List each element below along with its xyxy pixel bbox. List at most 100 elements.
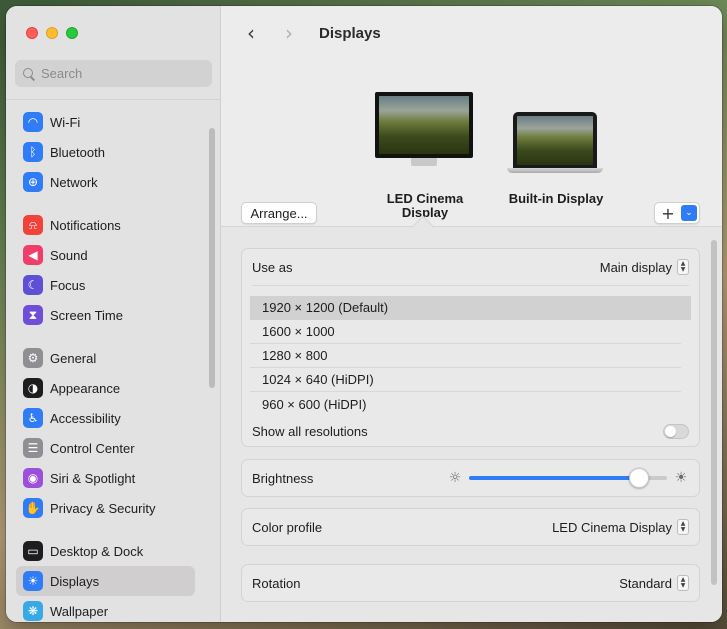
toolbar: ‹ › Displays [241,21,381,45]
sidebar-item-label: Network [50,174,98,190]
brightness-row: Brightness ☼ ☀ [242,460,699,496]
minimize-button[interactable] [46,27,58,39]
accessibility-icon: ♿ [23,408,43,428]
sidebar-item-label: Siri & Spotlight [50,470,136,486]
color-profile-row: Color profile LED Cinema Display ▲ ▼ [242,509,699,545]
sidebar-item-siri-spotlight[interactable]: ◉ Siri & Spotlight [16,463,195,493]
sidebar-item-displays[interactable]: ☀ Displays [16,566,195,596]
color-profile-label: Color profile [252,519,323,535]
main-pane: ‹ › Displays LED Cinema Display Built-in… [221,6,722,622]
popup-stepper-icon: ▲ ▼ [677,519,689,535]
bell-icon: ⍾ [23,215,43,235]
sidebar-item-wi-fi[interactable]: ◠ Wi-Fi [16,107,195,137]
sidebar-item-screen-time[interactable]: ⧗ Screen Time [16,300,195,330]
system-settings-window: Search ◠ Wi-Fi ᛒ Bluetooth ⊕ Network ⍾ Notifica… [6,6,722,622]
sidebar-item-appearance[interactable]: ◑ Appearance [16,373,195,403]
sidebar-item-wallpaper[interactable]: ❋ Wallpaper [16,596,195,622]
search-icon [23,67,35,80]
sidebar-item-label: Appearance [50,380,121,396]
slider-fill [469,476,640,480]
resolution-option[interactable]: 1600 × 1000 [250,320,681,344]
brightness-control: ☼ ☀ [447,468,689,488]
rotation-popup[interactable]: Standard ▲ ▼ [619,575,689,591]
sidebar-item-label: Notifications [50,217,121,233]
sidebar-item-notifications[interactable]: ⍾ Notifications [16,210,195,240]
sun-icon: ☀ [23,571,43,591]
search-input[interactable]: Search [15,60,212,87]
external-display-label[interactable]: LED Cinema Display [379,192,471,220]
speaker-icon: ◀ [23,245,43,265]
sidebar-item-network[interactable]: ⊕ Network [16,167,195,197]
show-all-label: Show all resolutions [252,423,368,439]
builtin-display-label[interactable]: Built-in Display [501,192,611,206]
add-display-popup[interactable]: + ⌄ [654,202,700,224]
sidebar-item-focus[interactable]: ☾ Focus [16,270,195,300]
sidebar-item-label: General [50,350,97,366]
slider-thumb[interactable] [629,468,650,488]
sidebar-item-sound[interactable]: ◀ Sound [16,240,195,270]
sidebar-item-label: Wi-Fi [50,114,81,130]
sidebar-item-control-center[interactable]: ☰ Control Center [16,433,195,463]
resolution-option[interactable]: 1024 × 640 (HiDPI) [250,368,681,392]
sidebar-item-privacy-security[interactable]: ✋ Privacy & Security [16,493,195,523]
back-button[interactable]: ‹ [241,21,261,45]
brightness-label: Brightness [252,470,314,486]
use-as-popup[interactable]: Main display ▲ ▼ [600,259,689,275]
resolution-list: 1920 × 1200 (Default) 1600 × 1000 1280 × 8… [242,286,699,416]
sidebar-item-label: Screen Time [50,307,123,323]
builtin-display-thumbnail[interactable] [507,112,603,173]
external-display-thumbnail[interactable] [375,92,473,166]
close-button[interactable] [26,27,38,39]
sidebar-item-label: Control Center [50,440,135,456]
sun-max-icon: ☀ [674,470,688,486]
hourglass-icon: ⧗ [23,305,43,325]
sidebar-item-label: Accessibility [50,410,121,426]
sidebar-item-general[interactable]: ⚙ General [16,343,195,373]
display-arrangement: LED Cinema Display Built-in Display Arra… [221,76,722,226]
rotation-card: Rotation Standard ▲ ▼ [241,564,700,602]
forward-button[interactable]: › [279,21,299,45]
sidebar-item-label: Wallpaper [50,603,109,619]
gear-icon: ⚙ [23,348,43,368]
maximize-button[interactable] [66,27,78,39]
use-as-label: Use as [252,259,293,275]
search-placeholder: Search [41,66,83,81]
hand-icon: ✋ [23,498,43,518]
show-all-row: Show all resolutions [242,416,699,446]
popup-stepper-icon: ▲ ▼ [677,259,689,275]
sidebar-item-desktop-dock[interactable]: ▭ Desktop & Dock [16,536,195,566]
window-controls [26,27,78,39]
control-center-icon: ☰ [23,438,43,458]
external-display-screen [375,92,473,158]
resolution-option[interactable]: 960 × 600 (HiDPI) [250,392,681,416]
sidebar-item-accessibility[interactable]: ♿ Accessibility [16,403,195,433]
builtin-display-base [507,168,603,173]
color-profile-card: Color profile LED Cinema Display ▲ ▼ [241,508,700,546]
sidebar-list: ◠ Wi-Fi ᛒ Bluetooth ⊕ Network ⍾ Notifications ◀ S… [6,99,221,622]
show-all-toggle[interactable] [663,423,689,439]
wifi-icon: ◠ [23,112,43,132]
brightness-slider[interactable] [469,468,667,488]
page-title: Displays [319,24,381,42]
sidebar-item-label: Desktop & Dock [50,543,144,559]
globe-icon: ⊕ [23,172,43,192]
arrange-button[interactable]: Arrange... [241,202,317,224]
external-display-stand [411,158,437,166]
sidebar-item-label: Displays [50,573,100,589]
add-icon[interactable]: + [655,203,681,223]
sidebar-scrollbar[interactable] [209,128,215,388]
siri-icon: ◉ [23,468,43,488]
resolution-option[interactable]: 1920 × 1200 (Default) [250,296,691,320]
appearance-icon: ◑ [23,378,43,398]
sidebar-item-bluetooth[interactable]: ᛒ Bluetooth [16,137,195,167]
chevron-down-icon[interactable]: ⌄ [681,205,697,221]
main-scrollbar[interactable] [711,240,717,585]
sidebar: Search ◠ Wi-Fi ᛒ Bluetooth ⊕ Network ⍾ Notifica… [6,6,221,622]
resolution-option[interactable]: 1280 × 800 [250,344,681,368]
display-settings: Use as Main display ▲ ▼ 1920 × 1200 (Defa… [221,226,722,622]
use-as-value: Main display [599,259,672,275]
color-profile-popup[interactable]: LED Cinema Display ▲ ▼ [552,519,689,535]
